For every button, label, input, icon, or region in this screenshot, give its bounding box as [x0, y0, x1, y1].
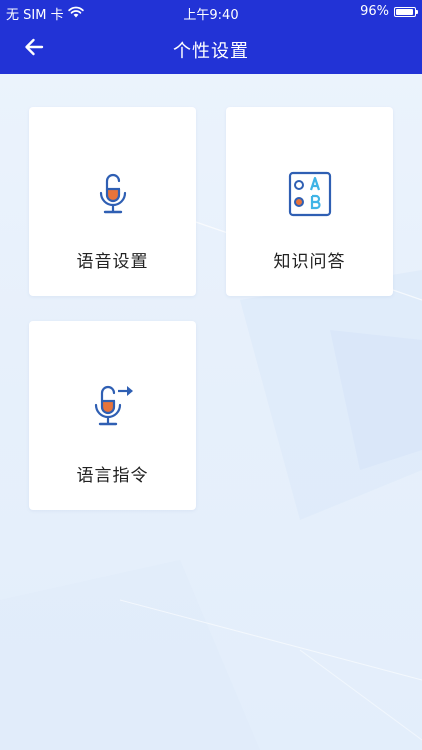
microphone-arrow-icon — [90, 381, 136, 431]
page-title: 个性设置 — [173, 41, 249, 62]
battery-percentage: 96% — [360, 4, 389, 19]
battery-icon — [394, 6, 418, 17]
status-right: 96% — [360, 4, 418, 19]
card-label: 知识问答 — [273, 252, 346, 272]
card-language-commands[interactable]: 语言指令 — [29, 321, 196, 510]
battery-fill — [396, 8, 414, 15]
card-label: 语言指令 — [76, 466, 149, 486]
card-voice-settings[interactable]: 语音设置 — [29, 107, 196, 296]
ab-choice-icon — [287, 169, 333, 219]
card-knowledge-qa[interactable]: 知识问答 — [226, 107, 393, 296]
status-time: 上午9:40 — [183, 8, 239, 23]
nav-bar: 个性设置 — [0, 24, 422, 74]
screen: 无 SIM 卡 上午9:40 96% 个性设置 语音设置 知识问答 语言指令 — [0, 0, 422, 750]
microphone-icon — [90, 169, 136, 219]
status-bar: 无 SIM 卡 上午9:40 96% — [0, 0, 422, 24]
card-label: 语音设置 — [76, 252, 149, 272]
